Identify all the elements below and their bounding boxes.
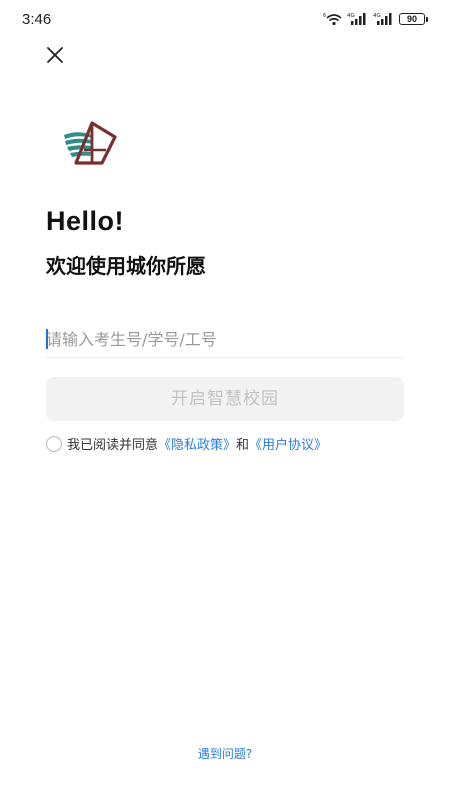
- agreement-and-text: 和: [236, 438, 250, 453]
- close-button[interactable]: [44, 44, 66, 66]
- text-cursor: [46, 329, 48, 349]
- user-agreement-link[interactable]: 《用户协议》: [249, 434, 327, 453]
- agreement-row: 我已阅读并同意 《隐私政策》 和 《用户协议》: [46, 434, 327, 453]
- hello-title: Hello!: [46, 206, 125, 236]
- svg-text:4G: 4G: [347, 13, 355, 19]
- svg-text:4G: 4G: [373, 13, 381, 19]
- close-icon: [47, 47, 63, 63]
- wifi-icon: 6: [323, 12, 343, 26]
- status-bar: 3:46 6 4G 4G 90: [0, 0, 450, 40]
- school-logo: [62, 120, 118, 170]
- agreement-text: 我已阅读并同意: [67, 438, 159, 453]
- battery-icon: 90: [399, 13, 428, 25]
- battery-level: 90: [399, 13, 425, 25]
- signal-4g-icon: 4G: [347, 12, 369, 26]
- privacy-policy-link[interactable]: 《隐私政策》: [158, 434, 236, 453]
- start-smart-campus-button[interactable]: 开启智慧校园: [46, 377, 404, 421]
- help-link[interactable]: 遇到问题?: [0, 745, 450, 762]
- welcome-title: 欢迎使用城你所愿: [46, 254, 206, 278]
- student-id-input[interactable]: [46, 322, 404, 358]
- signal-4g-icon: 4G: [373, 12, 395, 26]
- agreement-checkbox[interactable]: [46, 435, 62, 452]
- status-time: 3:46: [22, 11, 52, 28]
- status-icons: 6 4G 4G 90: [323, 12, 428, 26]
- svg-text:6: 6: [323, 13, 326, 19]
